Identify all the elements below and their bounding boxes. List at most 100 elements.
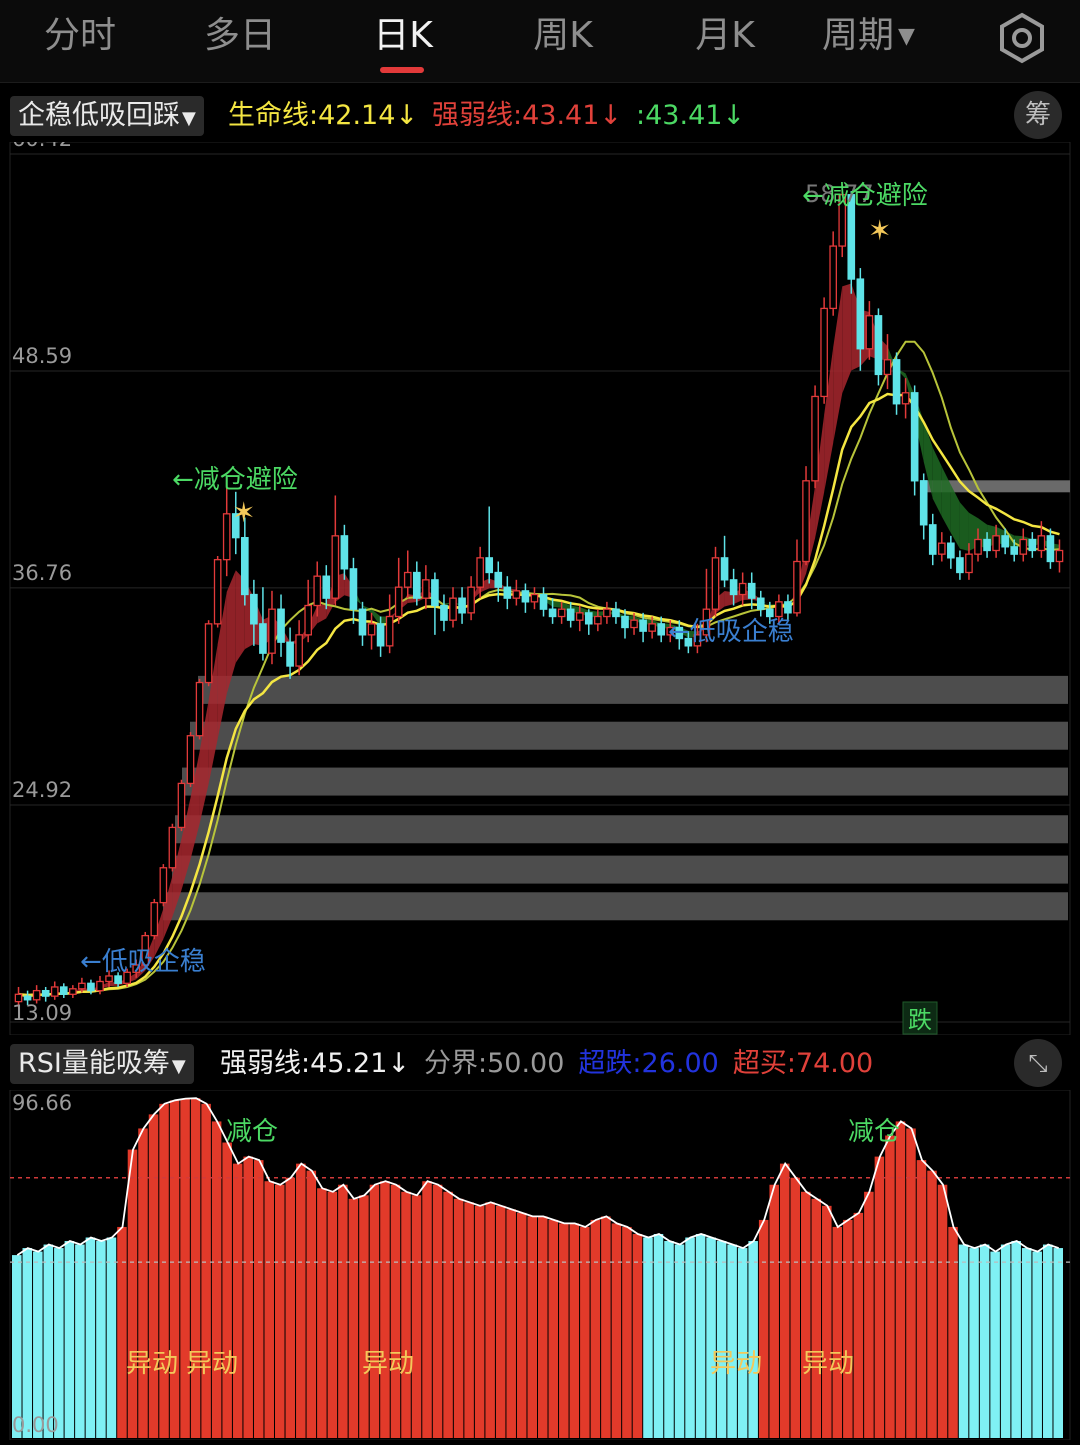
candle-body [485,557,494,574]
candle-body [159,867,168,904]
candle-body [657,623,666,636]
chip-band [190,721,1068,750]
tab-weekly-k[interactable]: 周K [493,12,633,60]
candle-body [775,601,783,618]
rsi-bar [306,1170,317,1438]
kline-chart[interactable]: 60.4248.5936.7624.9213.09 58.77 ←减仓避险 ←减… [0,142,1080,1035]
candle-body [449,597,457,621]
candle-body [286,641,294,667]
settings-hexagon-icon[interactable] [996,12,1048,64]
candle-body [603,608,611,618]
rsi-bar [580,1226,590,1438]
rsi-bar [401,1191,411,1438]
candle-body [78,982,86,990]
rsi-bar [958,1244,969,1438]
candle-body [340,535,349,570]
candle-body [1010,546,1019,555]
candle-body [512,590,521,599]
rsi-bar [1042,1244,1053,1438]
candle-body [41,989,50,997]
band-segment [226,570,236,695]
candle-body [313,575,322,607]
rsi-oversold-value: 超跌:26.00 [578,1048,719,1079]
candle-body [322,575,331,599]
tab-daily-k[interactable]: 日K [333,12,473,60]
main-indicator-selector[interactable]: 企稳低吸回踩 ▼ [10,96,204,136]
price-tick-label: 36.76 [12,561,72,585]
rsi-bar [979,1244,990,1438]
rsi-bar [843,1219,853,1438]
price-axis: 60.42 48.59 36.76 24.92 13.09 [12,142,72,1025]
rsi-bar [506,1209,516,1438]
candle-body [195,681,204,737]
candle-body [729,579,738,596]
tab-period-dropdown[interactable]: 周期 ▼ [822,12,942,60]
candle-body [874,315,883,376]
rsi-bar [516,1212,527,1438]
candle-body [784,601,792,614]
rsi-bar [264,1181,274,1438]
rsi-bar [180,1098,190,1438]
rsi-bar [569,1223,580,1438]
rsi-bar [443,1191,453,1438]
rsi-bar [453,1198,464,1438]
candle-body [720,557,729,581]
expand-arrows-icon[interactable]: ⤡ [1014,1039,1062,1087]
candle-body [530,593,539,603]
rsi-bar [1011,1241,1021,1438]
chip-distribution-button[interactable]: 筹 [1014,91,1062,139]
rsi-bar [348,1198,359,1438]
candle-body [974,538,982,555]
rsi-bar [948,1226,958,1438]
band-segment [932,447,942,517]
candle-body [23,995,32,1001]
rsi-bar [632,1233,643,1438]
chevron-down-icon: ▼ [182,108,196,129]
candle-body [1055,549,1064,563]
rsi-bar [43,1244,54,1438]
price-tick-label: 13.09 [12,1001,72,1025]
rsi-bar [411,1195,422,1438]
rsi-strength-value: 强弱线:45.21↓ [220,1048,411,1079]
candle-body [394,586,403,618]
candle-body [711,557,720,610]
tab-multi-day[interactable]: 多日 [170,12,310,60]
rsi-volume-chart[interactable]: 96.66 0.00 减仓 减仓 异动 异动 异动 异动 异动 [0,1090,1080,1440]
sub-indicator-values: 强弱线:45.21↓ 分界:50.00 超跌:26.00 超买:74.00 [220,1044,887,1084]
candle-body [1019,538,1028,555]
rsi-bar [811,1198,822,1438]
candle-body [412,571,421,599]
reduce-position-label-right: ←减仓避险 [802,181,928,211]
candle-body [458,597,466,614]
candle-body [793,560,801,614]
rsi-bar [138,1128,148,1438]
candle-body [829,245,837,310]
rsi-bar [380,1181,390,1438]
tab-intraday[interactable]: 分时 [10,12,150,60]
candle-body [403,571,412,588]
rsi-move-label: 异动 [802,1349,854,1379]
rsi-bar [33,1251,43,1438]
candle-body [928,524,937,555]
chip-band [163,892,1068,921]
sub-indicator-name: RSI量能吸筹 [18,1048,170,1079]
candle-body [883,359,892,376]
candle-body [204,623,213,684]
sub-indicator-selector[interactable]: RSI量能吸筹 ▼ [10,1044,194,1084]
candle-body [467,586,475,614]
rsi-bar [1053,1248,1063,1438]
candle-body [983,538,991,552]
candle-body [476,557,484,588]
rsi-move-label: 异动 [362,1349,414,1379]
candle-body [630,619,638,629]
candle-body [295,634,303,667]
star-icon: ✶ [868,214,891,247]
rsi-bar [822,1205,832,1438]
tab-monthly-k[interactable]: 月K [655,12,795,60]
rsi-bar [317,1188,327,1438]
candle-body [331,535,340,599]
rsi-bar [243,1156,253,1438]
rsi-bar [737,1248,748,1438]
candle-body [521,590,530,603]
rsi-bar [222,1142,232,1438]
